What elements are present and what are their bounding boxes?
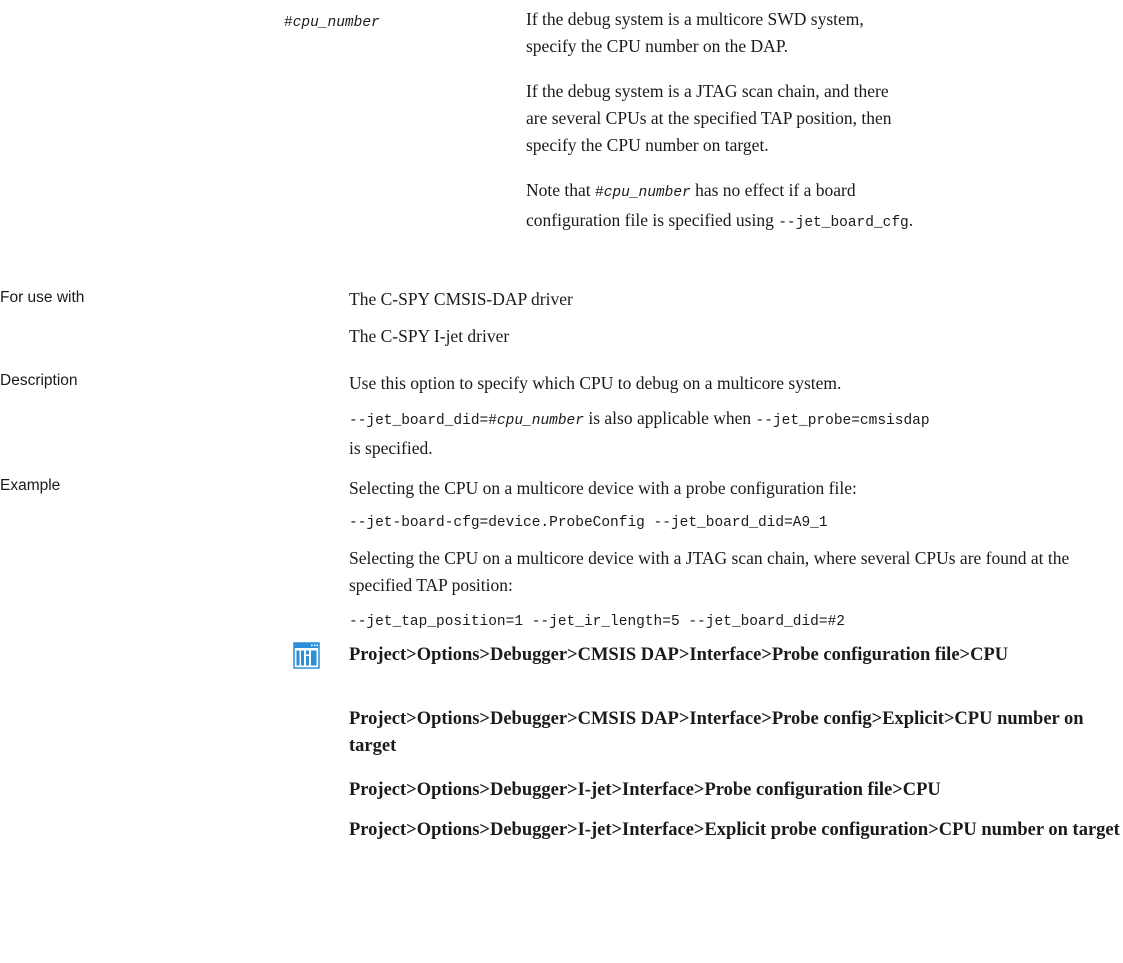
example-code-2: --jet_tap_position=1 --jet_ir_length=5 -… [349, 614, 845, 630]
ide-path-2: Project>Options>Debugger>CMSIS DAP>Inter… [349, 709, 1084, 756]
for-use-with-item-1: The C-SPY CMSIS-DAP driver [349, 289, 573, 309]
example-label: Example [0, 477, 61, 494]
param-name: #cpu_number [284, 15, 380, 31]
example-code-1: --jet-board-cfg=device.ProbeConfig --jet… [349, 515, 828, 531]
ide-path-4: Project>Options>Debugger>I-jet>Interface… [349, 820, 1120, 840]
for-use-with-label: For use with [0, 289, 85, 306]
param-desc-1: If the debug system is a multicore SWD s… [526, 9, 864, 56]
document-page: { "param": { "hash": "#", "name": "cpu_n… [0, 0, 1123, 963]
description-label: Description [0, 372, 78, 389]
description-text: Use this option to specify which CPU to … [349, 373, 842, 393]
ide-path-1: Project>Options>Debugger>CMSIS DAP>Inter… [349, 645, 1009, 665]
description-applicability: --jet_board_did=#cpu_number is also appl… [349, 408, 930, 458]
example-text-1: Selecting the CPU on a multicore device … [349, 478, 857, 498]
param-desc-2: If the debug system is a JTAG scan chain… [526, 81, 892, 155]
example-text-2: Selecting the CPU on a multicore device … [349, 548, 1070, 595]
for-use-with-item-2: The C-SPY I-jet driver [349, 326, 510, 346]
ide-options-icon [293, 642, 320, 669]
param-note: Note that #cpu_number has no effect if a… [526, 180, 914, 231]
ide-path-3: Project>Options>Debugger>I-jet>Interface… [349, 780, 941, 800]
